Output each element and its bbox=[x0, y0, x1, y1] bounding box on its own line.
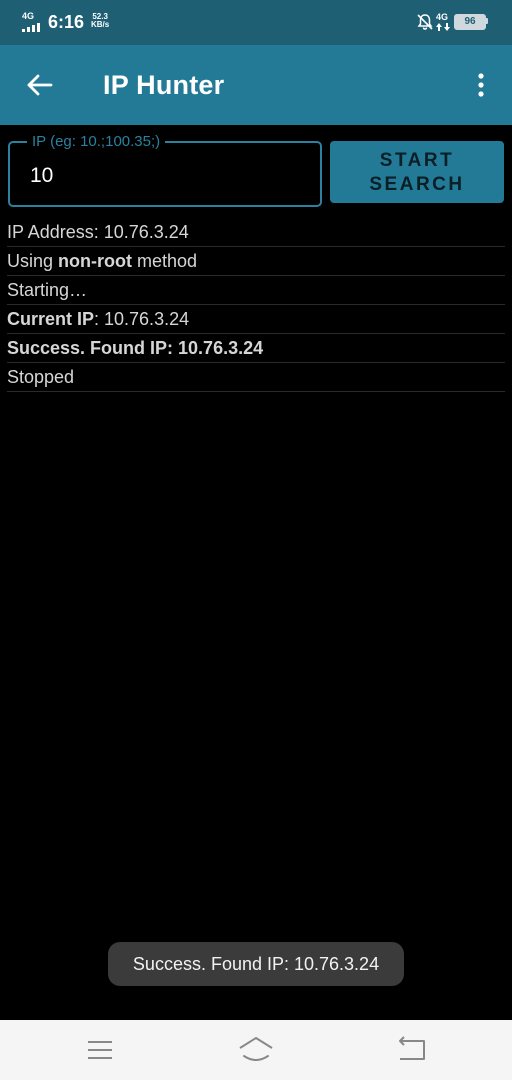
network-indicator: 4G bbox=[22, 12, 42, 32]
mobile-data-label: 4G bbox=[436, 12, 449, 22]
home-icon[interactable] bbox=[236, 1034, 276, 1066]
log-text: Using bbox=[7, 251, 59, 271]
signal-bars-icon bbox=[22, 23, 40, 32]
log-row: Success. Found IP: 10.76.3.24 bbox=[7, 334, 505, 363]
bell-off-icon bbox=[417, 14, 433, 30]
app-bar: IP Hunter bbox=[0, 45, 512, 125]
battery-icon: 96 bbox=[454, 14, 488, 30]
log-row: IP Address: 10.76.3.24 bbox=[7, 218, 505, 247]
status-bar: 4G 6:16 52.3 KB/s 4G 96 bbox=[0, 0, 512, 45]
toast-message: Success. Found IP: 10.76.3.24 bbox=[108, 942, 404, 986]
log-list: IP Address: 10.76.3.24 Using non-root me… bbox=[7, 218, 505, 392]
mobile-data-indicator: 4G bbox=[436, 13, 450, 33]
log-row: Current IP: 10.76.3.24 bbox=[7, 305, 505, 334]
network-type-label: 4G bbox=[22, 11, 35, 21]
network-speed: 52.3 KB/s bbox=[91, 13, 109, 29]
app-title: IP Hunter bbox=[103, 70, 225, 100]
ip-input[interactable] bbox=[30, 161, 310, 191]
battery-level: 96 bbox=[454, 14, 486, 30]
log-text-bold: Success. Found IP: 10.76.3.24 bbox=[7, 338, 264, 358]
log-text-bold: Current IP bbox=[7, 309, 95, 329]
battery-tip bbox=[486, 18, 488, 24]
network-speed-unit: KB/s bbox=[91, 20, 110, 29]
clock: 6:16 bbox=[48, 12, 85, 32]
start-search-label-line1: START bbox=[379, 150, 455, 171]
screen: 4G 6:16 52.3 KB/s 4G 96 IP Hunter IP (eg… bbox=[0, 0, 512, 1080]
log-text: Stopped bbox=[7, 367, 75, 387]
log-text: method bbox=[132, 251, 198, 271]
back-icon[interactable] bbox=[392, 1034, 432, 1066]
back-arrow-icon[interactable] bbox=[20, 65, 60, 105]
start-search-button[interactable]: START SEARCH bbox=[330, 141, 504, 203]
log-text: : 10.76.3.24 bbox=[94, 309, 190, 329]
log-text-bold: non-root bbox=[58, 251, 132, 271]
log-text: IP Address: 10.76.3.24 bbox=[7, 222, 189, 242]
navigation-bar bbox=[0, 1020, 512, 1080]
ip-field-label: IP (eg: 10.;100.35;) bbox=[27, 132, 166, 152]
log-text: Starting… bbox=[7, 280, 88, 300]
overflow-menu-icon[interactable] bbox=[466, 65, 496, 105]
log-row: Starting… bbox=[7, 276, 505, 305]
ip-field[interactable]: IP (eg: 10.;100.35;) bbox=[8, 132, 322, 207]
start-search-label-line2: SEARCH bbox=[369, 174, 465, 195]
log-row: Stopped bbox=[7, 363, 505, 392]
data-arrows-icon bbox=[436, 23, 450, 31]
menu-icon[interactable] bbox=[80, 1034, 120, 1066]
log-row: Using non-root method bbox=[7, 247, 505, 276]
